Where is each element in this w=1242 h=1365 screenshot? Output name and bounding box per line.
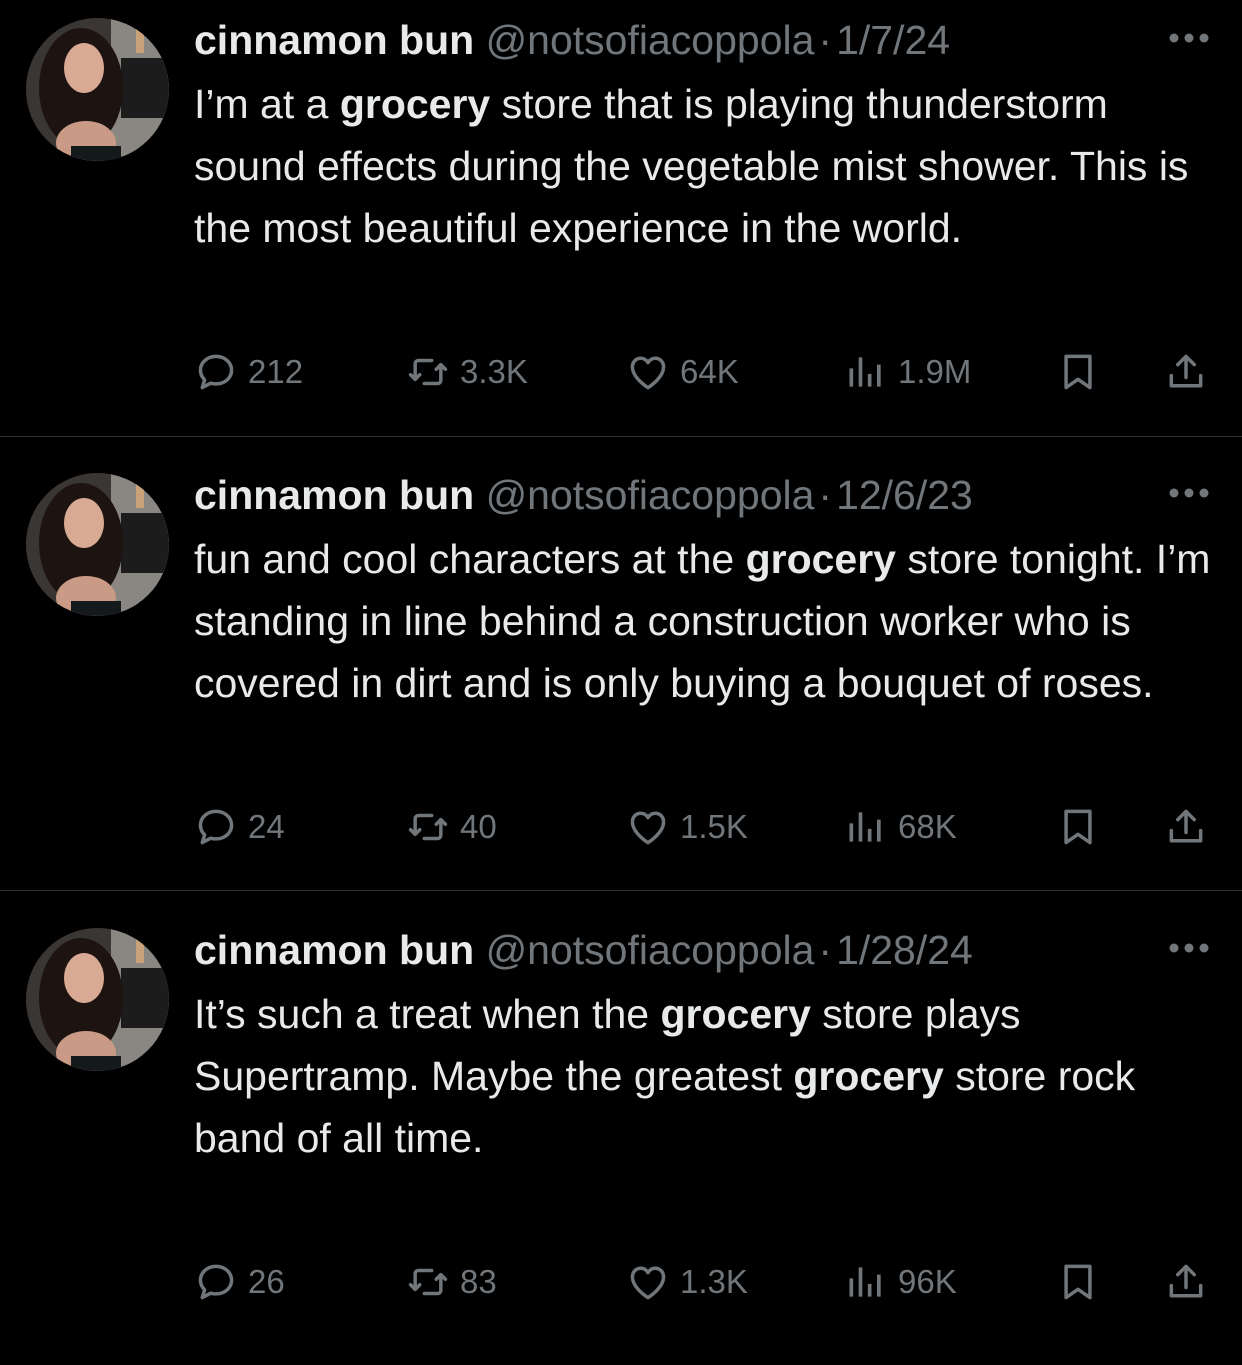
retweet-count: 83 bbox=[460, 1263, 497, 1300]
share-upload-icon bbox=[1164, 350, 1208, 394]
display-name[interactable]: cinnamon bun bbox=[194, 472, 474, 518]
more-dots-icon[interactable] bbox=[1166, 30, 1212, 46]
views-bars-icon bbox=[844, 1260, 888, 1304]
bookmark-icon bbox=[1056, 1260, 1100, 1304]
user-handle[interactable]: @notsofiacoppola bbox=[486, 17, 815, 63]
text-part: fun and cool characters at the bbox=[194, 536, 746, 582]
separator-dot: · bbox=[818, 17, 833, 63]
views-bars-icon bbox=[844, 805, 888, 849]
reply-bubble-icon bbox=[194, 1260, 238, 1304]
view-count: 1.9M bbox=[898, 353, 972, 390]
share-button[interactable] bbox=[1164, 801, 1208, 853]
share-button[interactable] bbox=[1164, 1256, 1208, 1308]
tweet-text: It’s such a treat when the grocery store… bbox=[194, 983, 1214, 1169]
like-count: 1.5K bbox=[680, 808, 748, 845]
views-bars-icon bbox=[844, 350, 888, 394]
retweet-arrows-icon bbox=[406, 805, 450, 849]
retweet-button[interactable]: 83 bbox=[406, 1256, 497, 1308]
views-button[interactable]: 68K bbox=[844, 801, 957, 853]
retweet-count: 40 bbox=[460, 808, 497, 845]
more-dots-icon[interactable] bbox=[1166, 940, 1212, 956]
like-count: 1.3K bbox=[680, 1263, 748, 1300]
tweet-actions: 26 83 1.3K 96K bbox=[194, 1256, 1214, 1308]
tweet-header: cinnamon bun @notsofiacoppola·1/28/24 bbox=[194, 924, 973, 976]
reply-button[interactable]: 26 bbox=[194, 1256, 285, 1308]
tweet-header: cinnamon bun @notsofiacoppola·1/7/24 bbox=[194, 14, 950, 66]
view-count: 68K bbox=[898, 808, 957, 845]
bookmark-button[interactable] bbox=[1056, 346, 1100, 398]
views-button[interactable]: 1.9M bbox=[844, 346, 971, 398]
tweet-date[interactable]: 1/7/24 bbox=[836, 17, 950, 63]
retweet-count: 3.3K bbox=[460, 353, 528, 390]
tweet[interactable]: cinnamon bun @notsofiacoppola·1/7/24 I’m… bbox=[0, 0, 1242, 455]
reply-count: 26 bbox=[248, 1263, 285, 1300]
like-button[interactable]: 1.5K bbox=[626, 801, 748, 853]
reply-bubble-icon bbox=[194, 350, 238, 394]
separator-dot: · bbox=[818, 472, 833, 518]
heart-icon bbox=[626, 1260, 670, 1304]
views-button[interactable]: 96K bbox=[844, 1256, 957, 1308]
tweet-text: I’m at a grocery store that is playing t… bbox=[194, 73, 1214, 259]
avatar[interactable] bbox=[26, 18, 169, 161]
more-dots-icon[interactable] bbox=[1166, 485, 1212, 501]
bookmark-button[interactable] bbox=[1056, 801, 1100, 853]
tweet[interactable]: cinnamon bun @notsofiacoppola·1/28/24 It… bbox=[0, 910, 1242, 1365]
tweet-date[interactable]: 12/6/23 bbox=[836, 472, 973, 518]
tweet-header: cinnamon bun @notsofiacoppola·12/6/23 bbox=[194, 469, 973, 521]
display-name[interactable]: cinnamon bun bbox=[194, 927, 474, 973]
heart-icon bbox=[626, 350, 670, 394]
bookmark-icon bbox=[1056, 805, 1100, 849]
avatar[interactable] bbox=[26, 473, 169, 616]
separator-dot: · bbox=[818, 927, 833, 973]
tweet-actions: 24 40 1.5K 68K bbox=[194, 801, 1214, 853]
text-part: I’m at a bbox=[194, 81, 340, 127]
tweet-date[interactable]: 1/28/24 bbox=[836, 927, 973, 973]
bookmark-icon bbox=[1056, 350, 1100, 394]
divider bbox=[0, 436, 1242, 437]
retweet-arrows-icon bbox=[406, 1260, 450, 1304]
share-button[interactable] bbox=[1164, 346, 1208, 398]
highlighted-keyword: grocery bbox=[660, 991, 811, 1037]
retweet-button[interactable]: 40 bbox=[406, 801, 497, 853]
tweet-text: fun and cool characters at the grocery s… bbox=[194, 528, 1214, 714]
tweet-feed: cinnamon bun @notsofiacoppola·1/7/24 I’m… bbox=[0, 0, 1242, 1300]
tweet-actions: 212 3.3K 64K 1.9M bbox=[194, 346, 1214, 398]
share-upload-icon bbox=[1164, 1260, 1208, 1304]
display-name[interactable]: cinnamon bun bbox=[194, 17, 474, 63]
share-upload-icon bbox=[1164, 805, 1208, 849]
retweet-arrows-icon bbox=[406, 350, 450, 394]
divider bbox=[0, 890, 1242, 891]
avatar[interactable] bbox=[26, 928, 169, 1071]
reply-button[interactable]: 24 bbox=[194, 801, 285, 853]
highlighted-keyword: grocery bbox=[793, 1053, 944, 1099]
like-count: 64K bbox=[680, 353, 739, 390]
retweet-button[interactable]: 3.3K bbox=[406, 346, 528, 398]
user-handle[interactable]: @notsofiacoppola bbox=[486, 927, 815, 973]
like-button[interactable]: 1.3K bbox=[626, 1256, 748, 1308]
reply-bubble-icon bbox=[194, 805, 238, 849]
tweet[interactable]: cinnamon bun @notsofiacoppola·12/6/23 fu… bbox=[0, 455, 1242, 910]
reply-count: 24 bbox=[248, 808, 285, 845]
view-count: 96K bbox=[898, 1263, 957, 1300]
highlighted-keyword: grocery bbox=[339, 81, 491, 127]
reply-button[interactable]: 212 bbox=[194, 346, 303, 398]
reply-count: 212 bbox=[248, 353, 304, 390]
text-part: It’s such a treat when the bbox=[194, 991, 661, 1037]
heart-icon bbox=[626, 805, 670, 849]
user-handle[interactable]: @notsofiacoppola bbox=[486, 472, 815, 518]
highlighted-keyword: grocery bbox=[745, 536, 896, 582]
bookmark-button[interactable] bbox=[1056, 1256, 1100, 1308]
like-button[interactable]: 64K bbox=[626, 346, 739, 398]
